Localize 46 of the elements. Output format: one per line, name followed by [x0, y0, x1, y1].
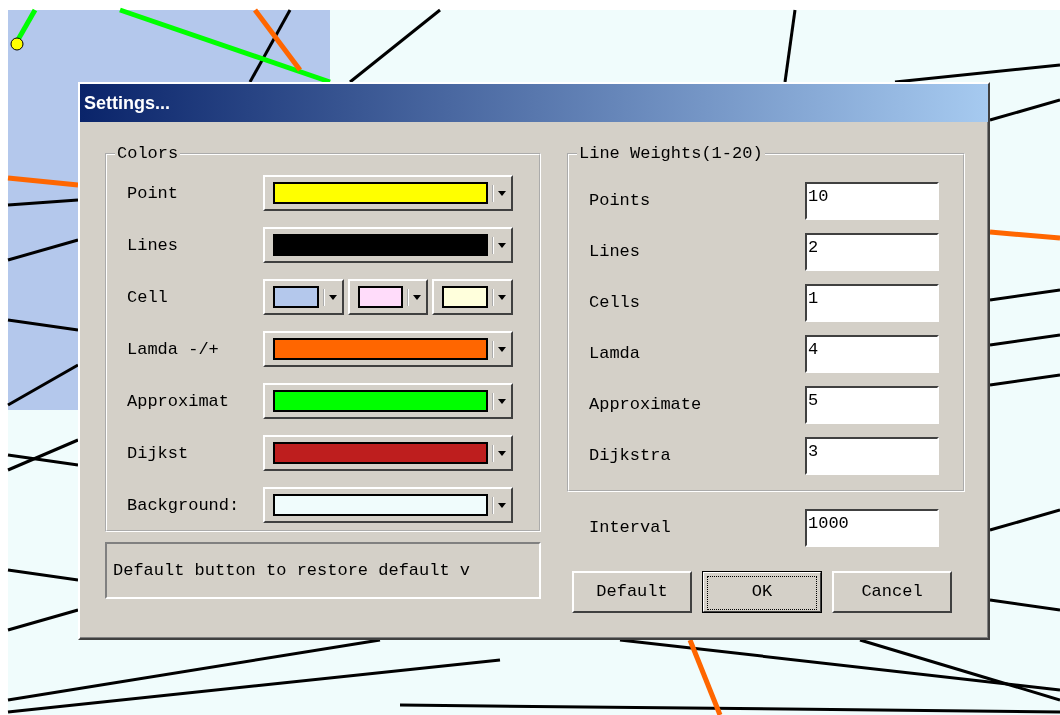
dialog-button[interactable]: Default — [572, 571, 692, 613]
caret-icon — [407, 288, 422, 306]
weight-field[interactable]: 3 — [805, 436, 939, 475]
color-dropdown[interactable] — [263, 435, 513, 471]
dialog-button[interactable]: OK — [702, 571, 822, 613]
weight-label: Lines — [589, 242, 641, 261]
window-title: Settings... — [84, 92, 170, 114]
caret-icon — [492, 340, 506, 358]
color-dropdown[interactable] — [432, 279, 513, 315]
caret-icon — [492, 392, 506, 410]
caret-icon — [322, 288, 337, 306]
color-label: Approximat — [127, 391, 231, 411]
color-label: Cell — [127, 287, 169, 307]
caret-icon — [492, 236, 506, 254]
dialog-button[interactable]: Cancel — [832, 571, 952, 613]
interval-label: Interval — [589, 518, 672, 537]
caret-icon — [492, 444, 506, 462]
color-label: Lines — [127, 235, 179, 255]
caret-icon — [492, 288, 506, 306]
weight-field[interactable]: 10 — [805, 181, 939, 220]
group-title: Colors — [116, 144, 180, 163]
hint-text: Default button to restore default v — [105, 542, 541, 599]
weight-label: Points — [589, 191, 652, 210]
color-label: Background: — [127, 495, 241, 515]
weight-field[interactable]: 2 — [805, 232, 939, 271]
color-label: Lamda -/+ — [127, 339, 220, 359]
weight-label: Approximate — [589, 395, 703, 414]
color-label: Point — [127, 183, 179, 203]
weight-label: Dijkstra — [589, 446, 672, 465]
caret-icon — [492, 184, 506, 202]
color-dropdown[interactable] — [263, 279, 344, 315]
color-label: Dijkst — [127, 443, 190, 463]
weight-field[interactable]: 4 — [805, 334, 939, 373]
color-dropdown[interactable] — [263, 175, 513, 211]
weight-label: Cells — [589, 293, 641, 312]
weight-field[interactable]: 1 — [805, 283, 939, 322]
color-dropdown[interactable] — [347, 279, 429, 315]
weight-field[interactable]: 5 — [805, 385, 939, 424]
color-dropdown[interactable] — [263, 487, 513, 523]
color-dropdown[interactable] — [263, 227, 513, 263]
color-dropdown[interactable] — [263, 331, 513, 367]
caret-icon — [492, 496, 506, 514]
group-title: Line Weights(1-20) — [578, 144, 764, 163]
weight-label: Lamda — [589, 344, 641, 363]
color-dropdown[interactable] — [263, 383, 513, 419]
interval-field[interactable]: 1000 — [805, 508, 939, 547]
